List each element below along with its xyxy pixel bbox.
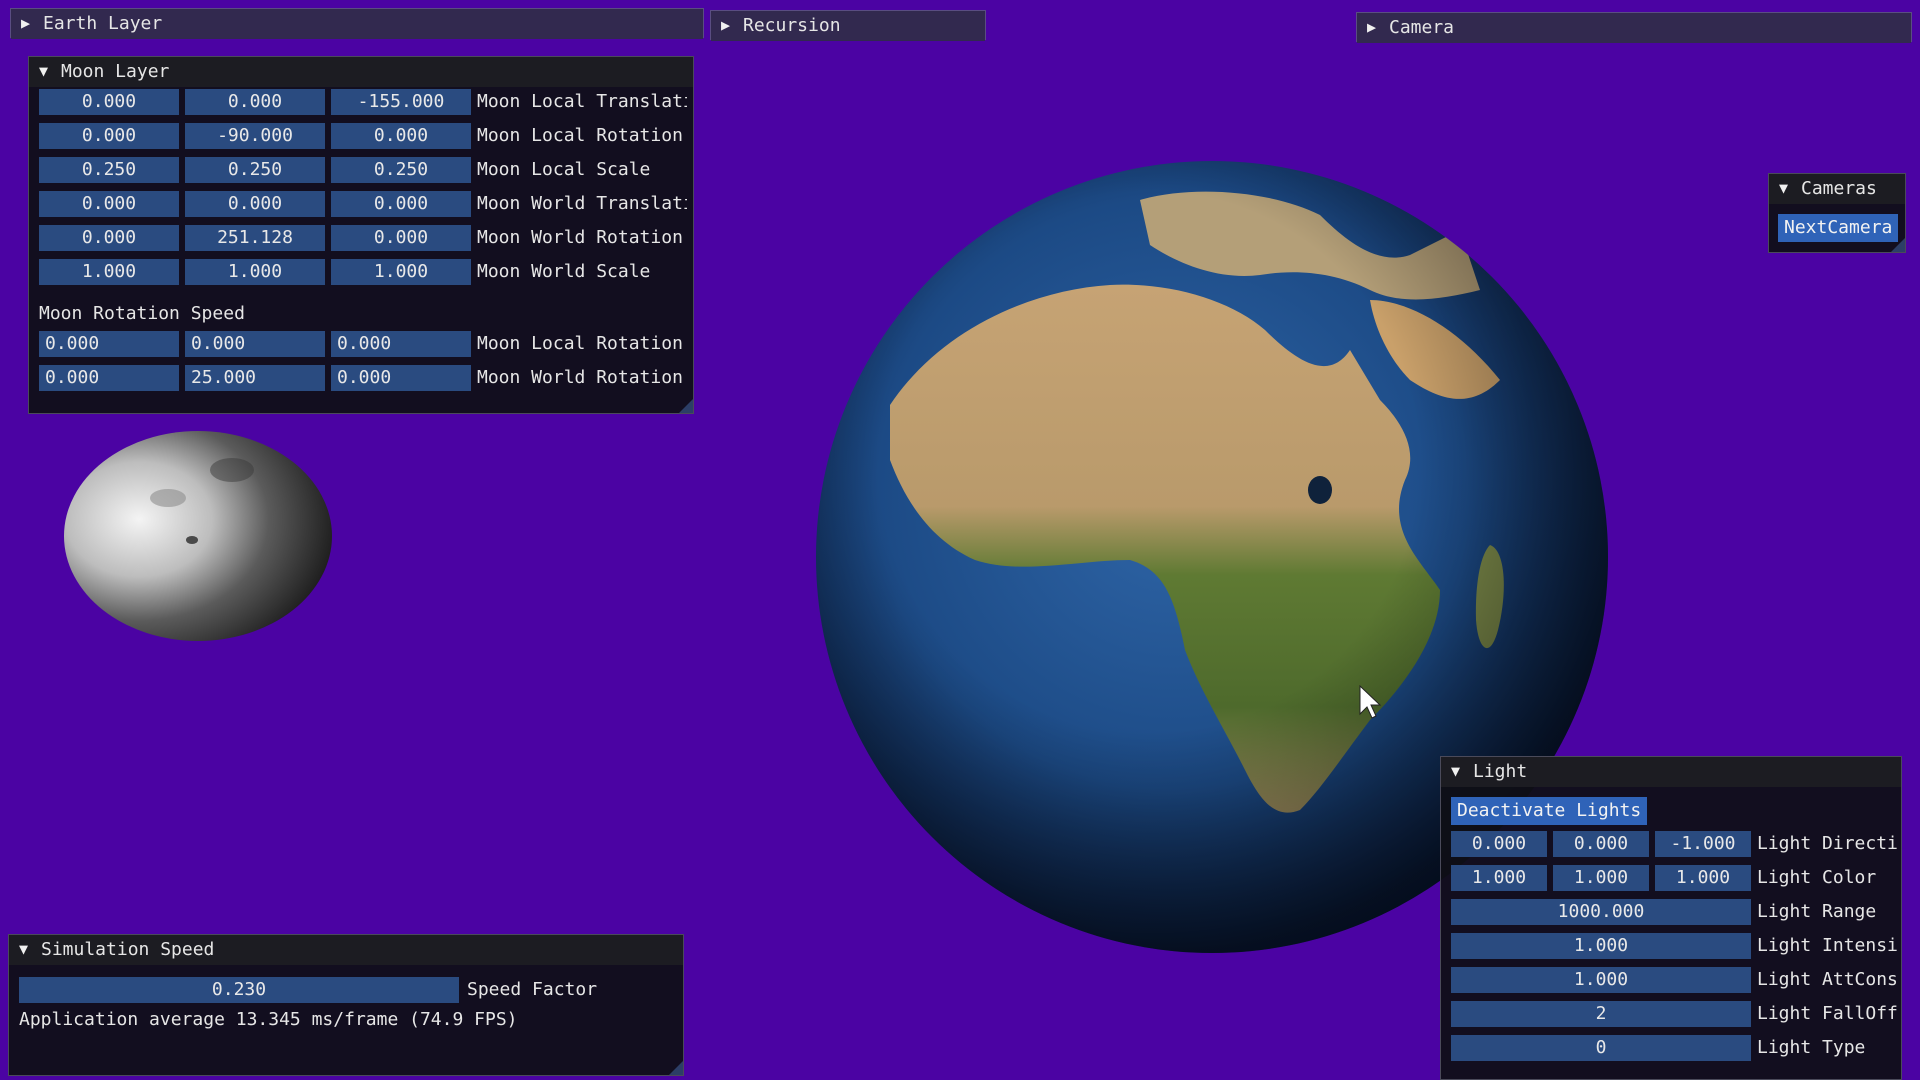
light-scalar-row-2-label: Light AttCons [1757,969,1897,990]
recursion-titlebar[interactable]: ▶ Recursion [711,11,985,41]
simulation-speed-title: Simulation Speed [41,939,215,960]
moon-row-5-field-0[interactable]: 1.000 [39,259,179,285]
light-scalar-row-0-label: Light Range [1757,901,1877,922]
light-vector-row-0-field-1[interactable]: 0.000 [1553,831,1649,857]
moon-row-2-field-2[interactable]: 0.250 [331,157,471,183]
moon-rotation-speed-heading: Moon Rotation Speed [39,303,245,324]
moon-row-4-field-1[interactable]: 251.128 [185,225,325,251]
moon-speed-row-1-field-1[interactable]: 25.000 [185,365,325,391]
light-scalar-row-2-field[interactable]: 1.000 [1451,967,1751,993]
moon-speed-row-1-label: Moon World Rotation [477,367,683,388]
resize-grip[interactable] [669,1061,683,1075]
camera-title: Camera [1389,17,1455,38]
moon-row-2-field-0[interactable]: 0.250 [39,157,179,183]
triangle-right-icon[interactable]: ▶ [21,14,37,32]
light-vector-row-1-field-1[interactable]: 1.000 [1553,865,1649,891]
moon-speed-row-1-field-2[interactable]: 0.000 [331,365,471,391]
triangle-down-icon[interactable]: ▼ [39,62,55,80]
speed-factor-slider[interactable]: 0.230 [19,977,459,1003]
light-vector-row-0-field-2[interactable]: -1.000 [1655,831,1751,857]
moon-row-5-field-2[interactable]: 1.000 [331,259,471,285]
cameras-window[interactable]: ▼ Cameras NextCamera [1768,173,1906,253]
recursion-title: Recursion [743,15,841,36]
moon-row-3-field-0[interactable]: 0.000 [39,191,179,217]
triangle-down-icon[interactable]: ▼ [19,940,35,958]
triangle-down-icon[interactable]: ▼ [1451,762,1467,780]
light-scalar-row-3-field[interactable]: 2 [1451,1001,1751,1027]
moon-row-0-field-2[interactable]: -155.000 [331,89,471,115]
moon-row-1-field-1[interactable]: -90.000 [185,123,325,149]
camera-titlebar[interactable]: ▶ Camera [1357,13,1911,43]
light-vector-row-1-label: Light Color [1757,867,1877,888]
resize-grip[interactable] [1891,238,1905,252]
earth-layer-window[interactable]: ▶ Earth Layer [10,8,704,39]
cameras-titlebar[interactable]: ▼ Cameras [1769,174,1905,204]
next-camera-button[interactable]: NextCamera [1778,214,1899,242]
light-vector-row-0-label: Light Directi [1757,833,1897,854]
moon-row-3-label: Moon World Translati [477,193,687,214]
antarctic-ice [830,180,1010,232]
moon-row-0-field-0[interactable]: 0.000 [39,89,179,115]
moon-speed-row-0-field-0[interactable]: 0.000 [39,331,179,357]
moon-layer-titlebar[interactable]: ▼ Moon Layer [29,57,693,87]
moon-row-0-label: Moon Local Translati [477,91,687,112]
earth-layer-title: Earth Layer [43,13,163,34]
triangle-right-icon[interactable]: ▶ [1367,18,1383,36]
moon-row-1-field-0[interactable]: 0.000 [39,123,179,149]
moon-layer-window[interactable]: ▼ Moon Layer 0.000 0.000 -155.000 Moon Loca… [28,56,694,414]
moon-speed-row-0-field-2[interactable]: 0.000 [331,331,471,357]
moon-row-1-field-2[interactable]: 0.000 [331,123,471,149]
light-scalar-row-4-label: Light Type [1757,1037,1866,1058]
moon-speed-row-1-field-0[interactable]: 0.000 [39,365,179,391]
recursion-window[interactable]: ▶ Recursion [710,10,986,41]
cameras-title: Cameras [1801,178,1877,199]
triangle-right-icon[interactable]: ▶ [721,16,737,34]
moon-row-5-label: Moon World Scale [477,261,651,282]
light-scalar-row-4-field[interactable]: 0 [1451,1035,1751,1061]
moon-row-4-label: Moon World Rotation [477,227,683,248]
light-window[interactable]: ▼ Light Deactivate Lights 0.000 0.000 -1.0… [1440,756,1902,1080]
light-vector-row-0-field-0[interactable]: 0.000 [1451,831,1547,857]
moon-row-2-label: Moon Local Scale [477,159,651,180]
moon-row-2-field-1[interactable]: 0.250 [185,157,325,183]
speed-factor-label: Speed Factor [467,979,598,1000]
moon-row-4-field-0[interactable]: 0.000 [39,225,179,251]
light-scalar-row-0-field[interactable]: 1000.000 [1451,899,1751,925]
moon-layer-title: Moon Layer [61,61,170,82]
moon-speed-row-0-field-1[interactable]: 0.000 [185,331,325,357]
moon-row-4-field-2[interactable]: 0.000 [331,225,471,251]
deactivate-lights-button[interactable]: Deactivate Lights [1451,797,1648,825]
moon-speed-row-0-label: Moon Local Rotation [477,333,683,354]
moon-row-3-field-2[interactable]: 0.000 [331,191,471,217]
light-scalar-row-3-label: Light FallOff [1757,1003,1897,1024]
light-vector-row-1-field-2[interactable]: 1.000 [1655,865,1751,891]
triangle-down-icon[interactable]: ▼ [1779,179,1795,197]
moon-row-0-field-1[interactable]: 0.000 [185,89,325,115]
light-title: Light [1473,761,1528,782]
moon-row-1-label: Moon Local Rotation [477,125,683,146]
camera-window[interactable]: ▶ Camera [1356,12,1912,43]
simulation-speed-titlebar[interactable]: ▼ Simulation Speed [9,935,683,965]
light-scalar-row-1-field[interactable]: 1.000 [1451,933,1751,959]
light-vector-row-1-field-0[interactable]: 1.000 [1451,865,1547,891]
light-scalar-row-1-label: Light Intensi [1757,935,1897,956]
simulation-speed-window[interactable]: ▼ Simulation Speed 0.230 Speed Factor Ap… [8,934,684,1076]
light-titlebar[interactable]: ▼ Light [1441,757,1901,787]
resize-grip[interactable] [679,399,693,413]
fps-readout: Application average 13.345 ms/frame (74.… [19,1009,518,1030]
moon-row-5-field-1[interactable]: 1.000 [185,259,325,285]
earth-layer-titlebar[interactable]: ▶ Earth Layer [11,9,703,39]
moon-sphere [64,431,332,641]
moon-row-3-field-1[interactable]: 0.000 [185,191,325,217]
